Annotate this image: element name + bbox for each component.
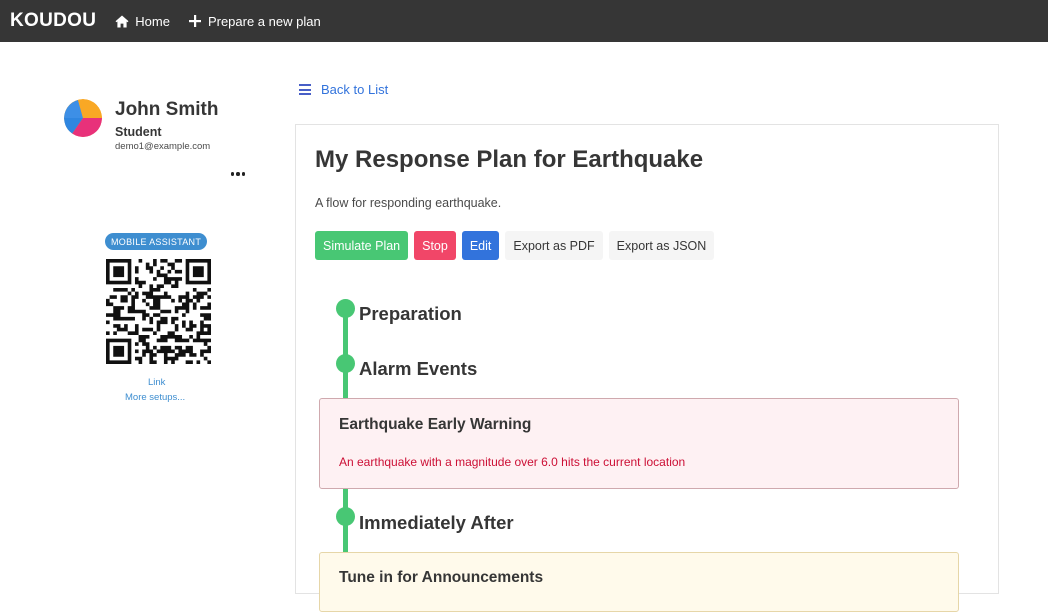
plan-actions: Simulate Plan Stop Edit Export as PDF Ex… — [315, 231, 715, 260]
export-pdf-button[interactable]: Export as PDF — [505, 231, 603, 260]
top-navbar: KOUDOU Home Prepare a new plan — [0, 0, 1048, 42]
user-name: John Smith — [115, 99, 219, 120]
avatar[interactable] — [64, 99, 102, 137]
more-options-icon[interactable] — [226, 166, 250, 182]
assistant-link[interactable]: Link — [148, 377, 165, 388]
nav-prepare-plan-label: Prepare a new plan — [207, 13, 321, 29]
sidebar: John Smith Student demo1@example.com MOB… — [0, 42, 300, 583]
more-setups-link[interactable]: More setups... — [125, 392, 185, 403]
user-email: demo1@example.com — [115, 141, 211, 152]
phase-alarm-events: Alarm Events — [359, 358, 478, 379]
simulate-plan-button[interactable]: Simulate Plan — [315, 231, 409, 260]
mobile-assistant-tag: MOBILE ASSISTANT — [105, 233, 208, 250]
stop-button[interactable]: Stop — [414, 231, 456, 260]
edit-button[interactable]: Edit — [461, 231, 500, 260]
phase-preparation: Preparation — [359, 303, 462, 324]
timeline-dot — [336, 507, 355, 526]
plan-title: My Response Plan for Earthquake — [315, 146, 704, 173]
user-role: Student — [115, 125, 162, 139]
export-json-button[interactable]: Export as JSON — [608, 231, 715, 260]
nav-home[interactable]: Home — [115, 14, 170, 29]
event-title: Earthquake Early Warning — [339, 416, 532, 433]
timeline-dot — [336, 354, 355, 373]
qr-code — [106, 259, 211, 364]
plus-icon — [188, 14, 202, 28]
nav-home-label: Home — [135, 13, 170, 29]
event-description: An earthquake with a magnitude over 6.0 … — [339, 455, 686, 469]
nav-prepare-plan[interactable]: Prepare a new plan — [188, 14, 321, 29]
plan-card: My Response Plan for Earthquake A flow f… — [295, 124, 999, 612]
back-to-list-label: Back to List — [321, 82, 389, 97]
list-icon — [299, 84, 311, 95]
event-title: Tune in for Announcements — [339, 569, 544, 586]
back-to-list-link[interactable]: Back to List — [299, 82, 388, 97]
home-icon — [115, 14, 129, 28]
brand-logo[interactable]: KOUDOU — [10, 10, 96, 32]
timeline-dot — [336, 299, 355, 318]
event-earthquake-warning[interactable]: Earthquake Early Warning An earthquake w… — [319, 398, 959, 489]
plan-description: A flow for responding earthquake. — [315, 196, 502, 210]
event-tune-in[interactable]: Tune in for Announcements — [319, 552, 959, 612]
phase-immediately-after: Immediately After — [359, 512, 514, 533]
